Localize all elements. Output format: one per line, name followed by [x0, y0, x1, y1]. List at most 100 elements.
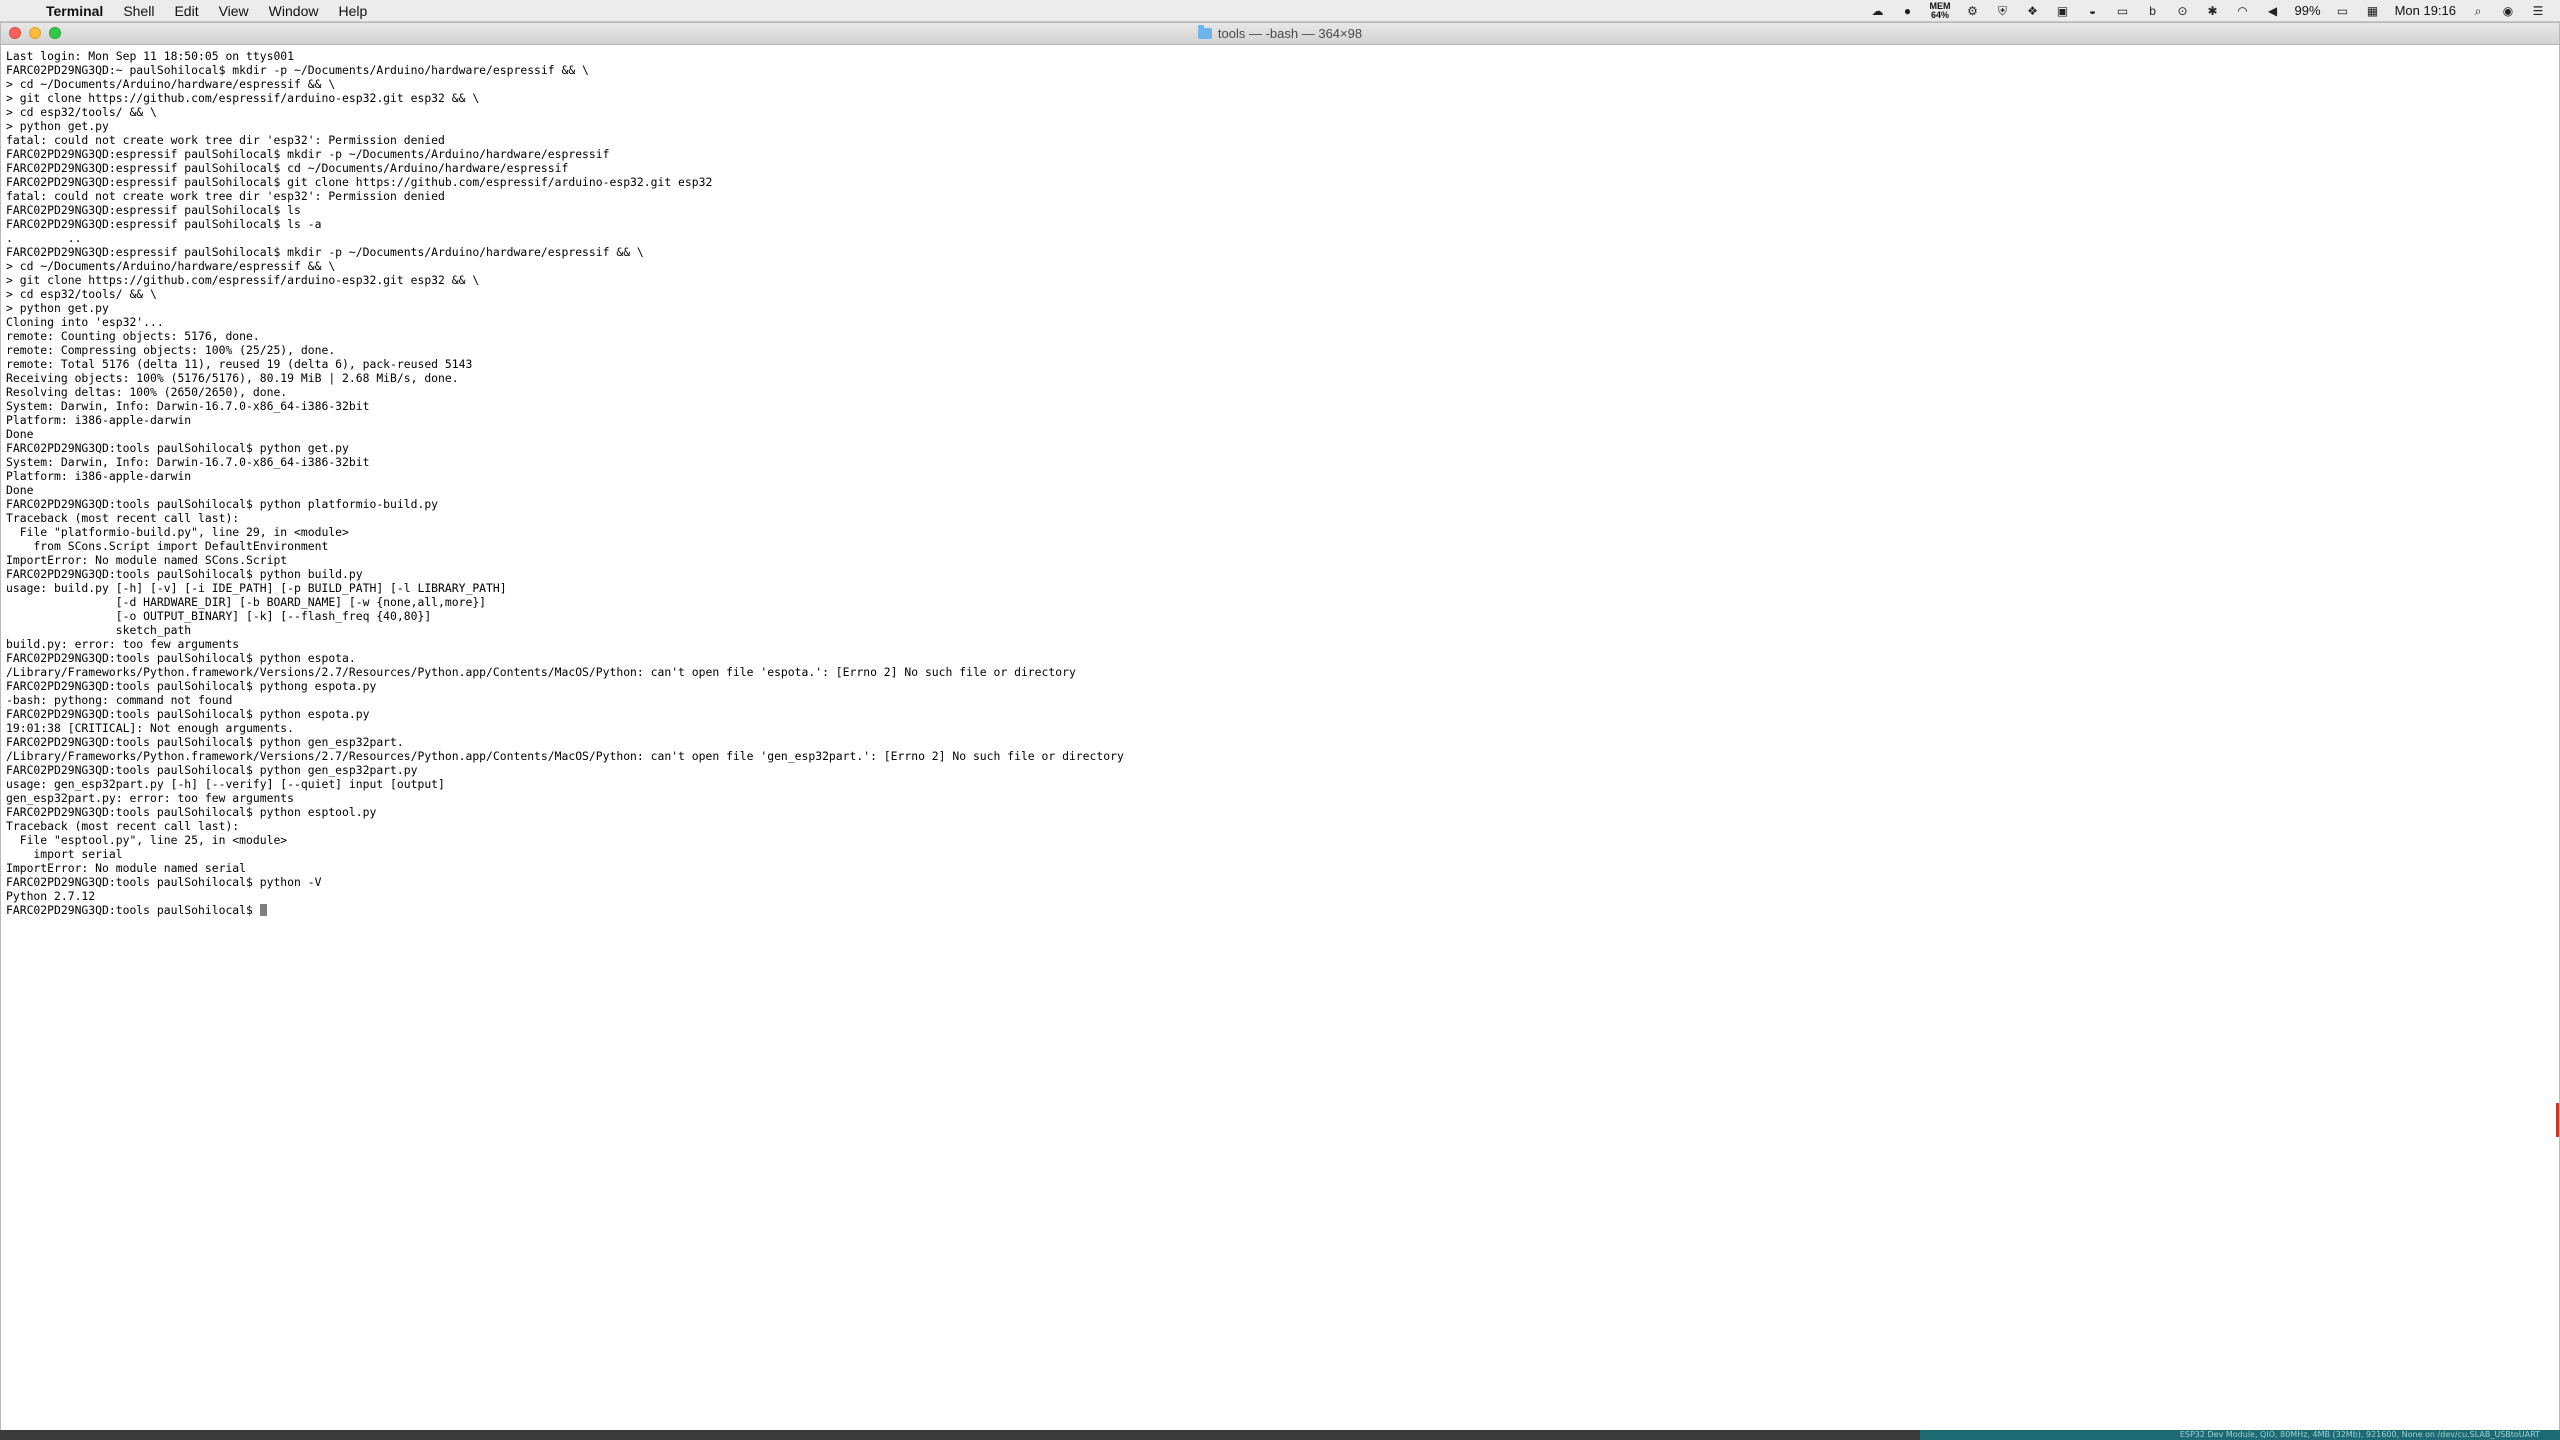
search-icon[interactable]: ⌕: [2470, 4, 2486, 18]
gear-icon[interactable]: ⚙: [1965, 4, 1981, 18]
window-titlebar[interactable]: tools — -bash — 364×98: [1, 23, 2559, 45]
menu-view[interactable]: View: [209, 0, 259, 22]
close-button[interactable]: [9, 27, 21, 39]
terminal-line: FARC02PD29NG3QD:tools paulSohilocal$ pyt…: [6, 763, 418, 777]
terminal-line: gen_esp32part.py: error: too few argumen…: [6, 791, 295, 805]
terminal-line: remote: Counting objects: 5176, done.: [6, 329, 260, 343]
terminal-content[interactable]: Last login: Mon Sep 11 18:50:05 on ttys0…: [1, 45, 2559, 1439]
window-title: tools — -bash — 364×98: [1197, 25, 1363, 41]
terminal-line: FARC02PD29NG3QD:espressif paulSohilocal$…: [6, 147, 610, 161]
notification-center-icon[interactable]: ☰: [2530, 4, 2546, 18]
terminal-line: ImportError: No module named SCons.Scrip…: [6, 553, 288, 567]
terminal-line: FARC02PD29NG3QD:espressif paulSohilocal$…: [6, 245, 644, 259]
terminal-line: Python 2.7.12: [6, 889, 96, 903]
scroll-marker: [2556, 1103, 2559, 1137]
flag-uk-icon[interactable]: ▦: [2365, 4, 2381, 18]
terminal-line: FARC02PD29NG3QD:tools paulSohilocal$ pyt…: [6, 441, 349, 455]
terminal-line: from SCons.Script import DefaultEnvironm…: [6, 539, 329, 553]
terminal-line: FARC02PD29NG3QD:~ paulSohilocal$ mkdir -…: [6, 63, 589, 77]
memory-meter[interactable]: MEM 64%: [1930, 1, 1951, 20]
terminal-line: FARC02PD29NG3QD:tools paulSohilocal$ pyt…: [6, 567, 363, 581]
volume-icon[interactable]: ◀: [2265, 4, 2281, 18]
cloud-sync-icon[interactable]: ◒: [2085, 4, 2101, 18]
menu-window[interactable]: Window: [259, 0, 329, 22]
shield-icon[interactable]: ⛨: [1995, 4, 2011, 18]
terminal-line: Done: [6, 483, 34, 497]
battery-icon[interactable]: ▭: [2335, 4, 2351, 18]
window-controls: [9, 27, 61, 39]
terminal-line: FARC02PD29NG3QD:tools paulSohilocal$ pyt…: [6, 735, 404, 749]
terminal-line: remote: Compressing objects: 100% (25/25…: [6, 343, 336, 357]
bluetooth-icon[interactable]: ✱: [2205, 4, 2221, 18]
clock[interactable]: Mon 19:16: [2395, 3, 2456, 18]
terminal-line: . ..: [6, 231, 82, 245]
dropbox-icon[interactable]: ❖: [2025, 4, 2041, 18]
app-circle-icon[interactable]: ●: [1900, 4, 1916, 18]
text-cursor: [259, 904, 267, 916]
terminal-line: FARC02PD29NG3QD:tools paulSohilocal$ pyt…: [6, 707, 370, 721]
maximize-button[interactable]: [49, 27, 61, 39]
minimize-button[interactable]: [29, 27, 41, 39]
cloud-icon[interactable]: ☁: [1870, 4, 1886, 18]
terminal-line: File "platformio-build.py", line 29, in …: [6, 525, 349, 539]
siri-icon[interactable]: ◉: [2500, 4, 2516, 18]
terminal-line: > python get.py: [6, 119, 109, 133]
memory-value: 64%: [1931, 9, 1950, 20]
terminal-line: FARC02PD29NG3QD:espressif paulSohilocal$…: [6, 203, 301, 217]
terminal-line: > git clone https://github.com/espressif…: [6, 273, 480, 287]
chat-icon[interactable]: ▣: [2055, 4, 2071, 18]
terminal-line: ImportError: No module named serial: [6, 861, 247, 875]
terminal-line: Platform: i386-apple-darwin: [6, 469, 192, 483]
arduino-status-bar: ESP32 Dev Module, QIO, 80MHz, 4MB (32Mb)…: [1920, 1430, 2560, 1440]
terminal-line: -bash: pythong: command not found: [6, 693, 233, 707]
terminal-line: > python get.py: [6, 301, 109, 315]
terminal-line: > cd ~/Documents/Arduino/hardware/espres…: [6, 77, 336, 91]
terminal-line: FARC02PD29NG3QD:espressif paulSohilocal$…: [6, 217, 322, 231]
terminal-line: System: Darwin, Info: Darwin-16.7.0-x86_…: [6, 455, 370, 469]
terminal-line: File "esptool.py", line 25, in <module>: [6, 833, 288, 847]
terminal-line: FARC02PD29NG3QD:tools paulSohilocal$ pyt…: [6, 805, 377, 819]
menu-edit[interactable]: Edit: [164, 0, 208, 22]
folder-icon: [1197, 25, 1212, 39]
window-title-text: tools — -bash — 364×98: [1217, 26, 1363, 41]
time-machine-icon[interactable]: ⊙: [2175, 4, 2191, 18]
app-menu-terminal[interactable]: Terminal: [36, 0, 113, 22]
terminal-line: Traceback (most recent call last):: [6, 511, 240, 525]
terminal-line: FARC02PD29NG3QD:tools paulSohilocal$ pyt…: [6, 651, 356, 665]
battery-percent[interactable]: 99%: [2295, 3, 2321, 18]
terminal-line: System: Darwin, Info: Darwin-16.7.0-x86_…: [6, 399, 370, 413]
display-icon[interactable]: ▭: [2115, 4, 2131, 18]
wifi-icon[interactable]: ◠: [2235, 4, 2251, 18]
terminal-line: FARC02PD29NG3QD:espressif paulSohilocal$…: [6, 161, 569, 175]
terminal-line: Platform: i386-apple-darwin: [6, 413, 192, 427]
terminal-line: usage: build.py [-h] [-v] [-i IDE_PATH] …: [6, 581, 507, 595]
terminal-line: FARC02PD29NG3QD:tools paulSohilocal$ pyt…: [6, 497, 439, 511]
menu-help[interactable]: Help: [328, 0, 377, 22]
terminal-line: FARC02PD29NG3QD:tools paulSohilocal$ pyt…: [6, 875, 322, 889]
menu-bar: Terminal Shell Edit View Window Help ☁ ●…: [0, 0, 2560, 22]
terminal-line: > cd ~/Documents/Arduino/hardware/espres…: [6, 259, 336, 273]
terminal-line: FARC02PD29NG3QD:espressif paulSohilocal$…: [6, 175, 713, 189]
terminal-line: [-d HARDWARE_DIR] [-b BOARD_NAME] [-w {n…: [6, 595, 487, 609]
terminal-window: tools — -bash — 364×98 Last login: Mon S…: [0, 22, 2560, 1440]
terminal-output[interactable]: Last login: Mon Sep 11 18:50:05 on ttys0…: [6, 49, 2554, 917]
terminal-line: usage: gen_esp32part.py [-h] [--verify] …: [6, 777, 445, 791]
terminal-line: Done: [6, 427, 34, 441]
terminal-line: Receiving objects: 100% (5176/5176), 80.…: [6, 371, 459, 385]
terminal-line: build.py: error: too few arguments: [6, 637, 240, 651]
status-area: ☁ ● MEM 64% ⚙ ⛨ ❖ ▣ ◒ ▭ b ⊙ ✱ ◠ ◀ 99% ▭ …: [1870, 1, 2560, 20]
terminal-line: Last login: Mon Sep 11 18:50:05 on ttys0…: [6, 49, 295, 63]
terminal-line: Resolving deltas: 100% (2650/2650), done…: [6, 385, 288, 399]
terminal-line: Traceback (most recent call last):: [6, 819, 240, 833]
terminal-line: /Library/Frameworks/Python.framework/Ver…: [6, 749, 1124, 763]
terminal-line: Cloning into 'esp32'...: [6, 315, 164, 329]
terminal-line: /Library/Frameworks/Python.framework/Ver…: [6, 665, 1076, 679]
terminal-line: > git clone https://github.com/espressif…: [6, 91, 480, 105]
terminal-line: fatal: could not create work tree dir 'e…: [6, 133, 445, 147]
menu-shell[interactable]: Shell: [113, 0, 164, 22]
terminal-line: > cd esp32/tools/ && \: [6, 287, 157, 301]
terminal-line: import serial: [6, 847, 123, 861]
bold-b-icon[interactable]: b: [2145, 4, 2161, 18]
terminal-line: FARC02PD29NG3QD:tools paulSohilocal$ pyt…: [6, 679, 377, 693]
terminal-line: 19:01:38 [CRITICAL]: Not enough argument…: [6, 721, 295, 735]
